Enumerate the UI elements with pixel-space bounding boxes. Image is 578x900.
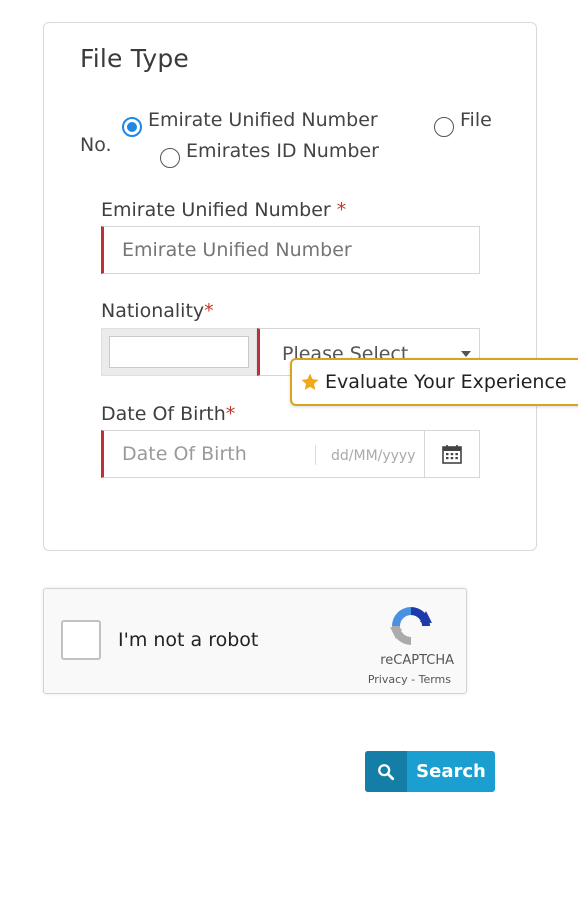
calendar-button[interactable] xyxy=(424,430,480,478)
radio-emirates-id-number[interactable]: Emirates ID Number xyxy=(160,134,379,168)
radio-button[interactable] xyxy=(434,117,454,137)
required-mark: * xyxy=(336,199,347,221)
unified-number-label: Emirate Unified Number * xyxy=(101,199,346,221)
recaptcha-privacy-terms[interactable]: Privacy - Terms xyxy=(44,673,468,686)
radio-label: Emirates ID Number xyxy=(186,140,379,162)
nationality-code-input[interactable] xyxy=(109,336,249,368)
search-button[interactable]: Search xyxy=(365,751,495,792)
radio-emirate-unified-number[interactable]: Emirate Unified Number xyxy=(122,103,378,137)
calendar-icon xyxy=(442,445,462,464)
recaptcha-brand: reCAPTCHA xyxy=(380,653,454,668)
recaptcha-label: I'm not a robot xyxy=(118,629,259,651)
dob-format-hint: dd/MM/yyyy xyxy=(331,448,416,464)
unified-number-label-text: Emirate Unified Number xyxy=(101,199,331,221)
file-type-title: File Type xyxy=(80,44,190,73)
chevron-down-icon xyxy=(461,351,471,357)
dob-label-text: Date Of Birth xyxy=(101,403,226,425)
nationality-label: Nationality* xyxy=(101,300,214,322)
dob-placeholder: Date Of Birth xyxy=(122,443,247,465)
nationality-code-box xyxy=(101,328,257,376)
required-mark: * xyxy=(225,403,236,425)
evaluate-experience-label: Evaluate Your Experience xyxy=(325,371,567,393)
radio-label: File xyxy=(460,109,492,131)
radio-button[interactable] xyxy=(160,148,180,168)
search-icon-container xyxy=(365,751,407,792)
required-mark: * xyxy=(204,300,214,322)
search-icon xyxy=(378,763,395,780)
nationality-label-text: Nationality xyxy=(101,300,205,322)
evaluate-experience-button[interactable]: Evaluate Your Experience xyxy=(290,358,578,406)
recaptcha-widget: I'm not a robot reCAPTCHA Privacy - Term… xyxy=(43,588,467,694)
divider xyxy=(315,445,316,465)
recaptcha-logo-icon xyxy=(390,607,432,645)
dob-input[interactable]: Date Of Birth dd/MM/yyyy xyxy=(101,430,426,478)
search-button-label: Search xyxy=(416,761,486,782)
radio-label: Emirate Unified Number xyxy=(148,109,378,131)
radio-button-selected[interactable] xyxy=(122,117,142,137)
radio-file-no[interactable]: File xyxy=(434,103,492,137)
star-icon xyxy=(301,373,319,390)
dob-label: Date Of Birth* xyxy=(101,403,235,425)
file-no-suffix: No. xyxy=(80,134,112,156)
unified-number-input[interactable] xyxy=(101,226,480,274)
